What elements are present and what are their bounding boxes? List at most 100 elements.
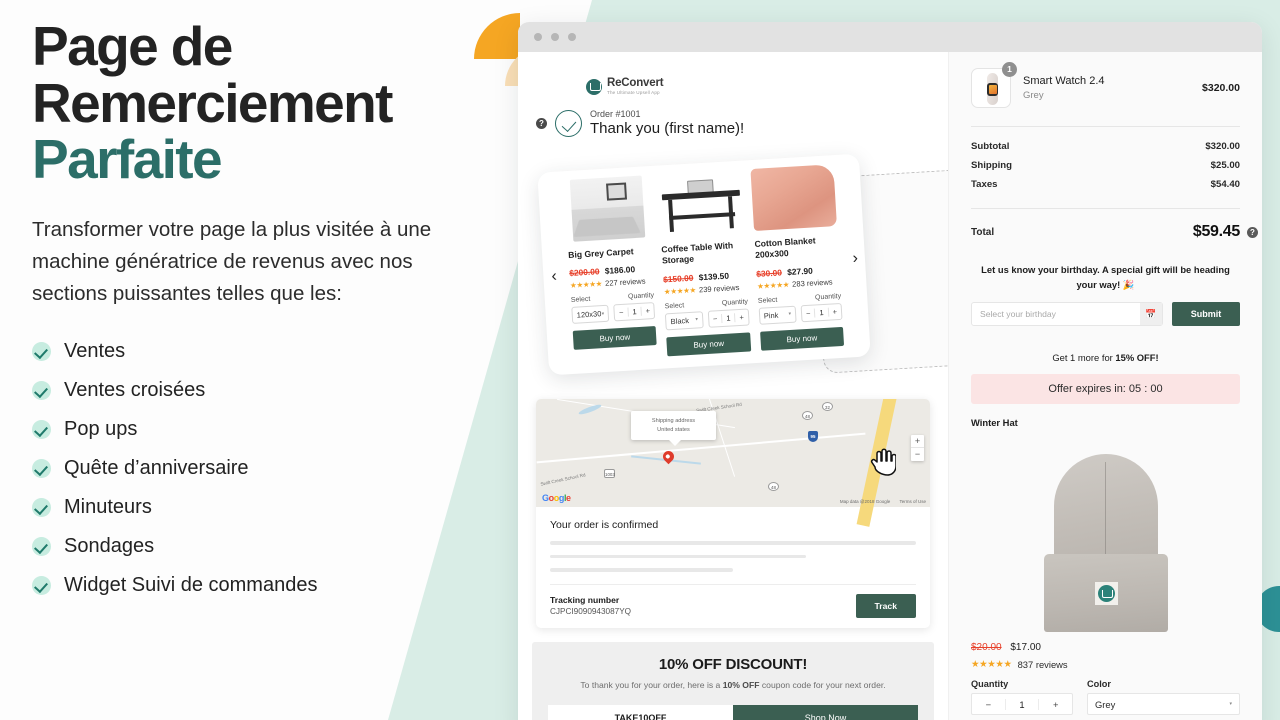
carousel-prev-button[interactable]: ‹	[551, 268, 557, 286]
upsell-new-price: $17.00	[1010, 642, 1041, 654]
chevron-down-icon: ▾	[788, 311, 792, 318]
feature-label: Ventes croisées	[64, 378, 206, 401]
line-item-price: $320.00	[1202, 82, 1240, 94]
product-reviews: 283 reviews	[791, 277, 833, 289]
variant-select[interactable]: Pink ▾	[758, 305, 797, 325]
title-accent: Parfaite	[32, 128, 223, 191]
map-interstate-shield: 95	[808, 431, 818, 443]
list-item: Ventes	[32, 340, 502, 363]
page-root: Page de Remerciement Parfaite Transforme…	[0, 0, 1280, 720]
upsell-old-price: $20.00	[971, 642, 1002, 654]
product-name: Big Grey Carpet	[567, 246, 634, 261]
carousel-next-button[interactable]: ›	[852, 250, 858, 268]
window-maximize-icon[interactable]	[568, 33, 576, 41]
map-zoom-in-button[interactable]: +	[911, 435, 924, 449]
feature-label: Quête d’anniversaire	[64, 456, 249, 479]
quantity-decrement[interactable]: −	[615, 308, 628, 318]
quantity-increment[interactable]: +	[828, 307, 841, 317]
discount-text-pre: To thank you for your order, here is a	[580, 679, 723, 690]
calendar-icon[interactable]: 📅	[1140, 303, 1162, 326]
brand-name: ReConvert	[607, 77, 664, 89]
product-reviews: 239 reviews	[698, 282, 740, 295]
placeholder-line	[550, 554, 807, 559]
product-name: Cotton Blanket 200x300	[754, 235, 816, 261]
buy-now-button[interactable]: Buy now	[666, 332, 751, 357]
track-button[interactable]: Track	[855, 593, 916, 618]
carousel-product-card: Coffee Table With Storage $150.00 $139.5…	[657, 170, 751, 357]
map-route-shield: 32	[822, 402, 833, 412]
birthday-input[interactable]: Select your birthday 📅	[971, 302, 1163, 327]
map-zoom-controls[interactable]: + −	[911, 435, 924, 462]
quantity-decrement[interactable]: −	[972, 699, 1005, 710]
quantity-label: Quantity	[627, 292, 655, 302]
coupon-code[interactable]: TAKE10OFF	[548, 704, 733, 720]
quantity-stepper[interactable]: − 1 +	[613, 302, 656, 322]
tracking-number-label: Tracking number	[550, 595, 620, 606]
carousel-product-card: Big Grey Carpet $200.00 $186.00 ★★★★★ 22…	[564, 175, 658, 361]
check-icon	[32, 575, 51, 595]
feature-label: Widget Suivi de commandes	[64, 573, 318, 596]
total-value: $59.45	[1192, 223, 1240, 240]
product-old-price: $150.00	[662, 272, 694, 285]
window-close-icon[interactable]	[534, 33, 542, 41]
map-terms-link[interactable]: Terms of Use	[899, 499, 926, 504]
product-new-price: $139.50	[698, 270, 730, 283]
buy-now-button[interactable]: Buy now	[572, 326, 658, 351]
upsell-product-image-winter-hat	[971, 434, 1240, 634]
title-line-1: Page de	[32, 15, 233, 77]
feature-label: Pop ups	[64, 417, 138, 440]
cart-icon	[1097, 585, 1115, 603]
star-rating-icon: ★★★★★	[756, 279, 790, 291]
quantity-increment[interactable]: +	[1039, 699, 1072, 710]
quantity-decrement[interactable]: −	[709, 314, 722, 324]
table-row: Subtotal $320.00	[971, 141, 1240, 152]
map-route-shield: 1003	[604, 469, 615, 479]
check-icon	[32, 341, 51, 361]
color-select[interactable]: Grey ▾	[1087, 693, 1240, 716]
select-label: Select	[570, 296, 591, 305]
upsell-headline: Get 1 more for 15% OFF!	[971, 352, 1240, 363]
help-icon[interactable]: ?	[536, 117, 547, 129]
beanie-brand-tag	[1094, 582, 1118, 606]
map-zoom-out-button[interactable]: −	[911, 448, 924, 461]
order-number: Order #1001	[590, 109, 641, 120]
star-rating-icon: ★★★★★	[569, 279, 603, 291]
variant-value: Pink	[763, 310, 779, 321]
variant-value: 120x30	[576, 309, 602, 321]
list-item: Widget Suivi de commandes	[32, 574, 502, 597]
upsell-headline-pre: Get 1 more for	[1052, 352, 1116, 364]
quantity-value: 1	[627, 307, 642, 318]
line-item-variant: Grey	[1023, 90, 1044, 101]
discount-title: 10% OFF DISCOUNT!	[658, 655, 808, 673]
window-minimize-icon[interactable]	[551, 33, 559, 41]
help-icon[interactable]: ?	[1247, 226, 1258, 238]
map-data-credit: Map data @2018 Google	[839, 499, 891, 505]
variant-select[interactable]: 120x30 ▾	[571, 305, 610, 325]
birthday-placeholder: Select your birthday	[980, 309, 1056, 320]
quantity-stepper[interactable]: − 1 +	[707, 308, 750, 328]
feature-list: Ventes Ventes croisées Pop ups Quête d’a…	[32, 340, 502, 597]
quantity-decrement[interactable]: −	[802, 308, 815, 318]
variant-select[interactable]: Black ▾	[665, 311, 704, 331]
hero-subtitle: Transformer votre page la plus visitée à…	[32, 217, 432, 305]
map-road-label: Swift Creek School Rd	[539, 472, 586, 487]
check-icon	[32, 380, 51, 400]
divider	[971, 208, 1240, 209]
submit-button[interactable]: Submit	[1172, 302, 1240, 327]
upsell-price-row: $20.00 $17.00	[971, 642, 1240, 653]
map-route-shield: 48	[802, 411, 813, 421]
buy-now-button[interactable]: Buy now	[759, 326, 845, 351]
quantity-increment[interactable]: +	[641, 307, 654, 317]
quantity-stepper[interactable]: − 1 +	[971, 693, 1073, 716]
grand-total-row: Total $59.45 ?	[971, 223, 1258, 241]
quantity-increment[interactable]: +	[735, 312, 748, 322]
shop-now-button[interactable]: Shop Now	[733, 704, 918, 720]
quantity-stepper[interactable]: − 1 +	[800, 302, 843, 323]
taxes-label: Taxes	[971, 179, 998, 190]
google-logo: Google	[542, 493, 571, 504]
product-carousel: › ‹ › Big Grey Carpet $200.00	[518, 143, 948, 476]
shipping-value: $25.00	[1210, 160, 1240, 171]
order-confirmation-card: Swift Creek School Rd Swift Creek School…	[536, 399, 930, 628]
subtotal-label: Subtotal	[971, 141, 1010, 152]
subtotal-value: $320.00	[1205, 141, 1240, 152]
